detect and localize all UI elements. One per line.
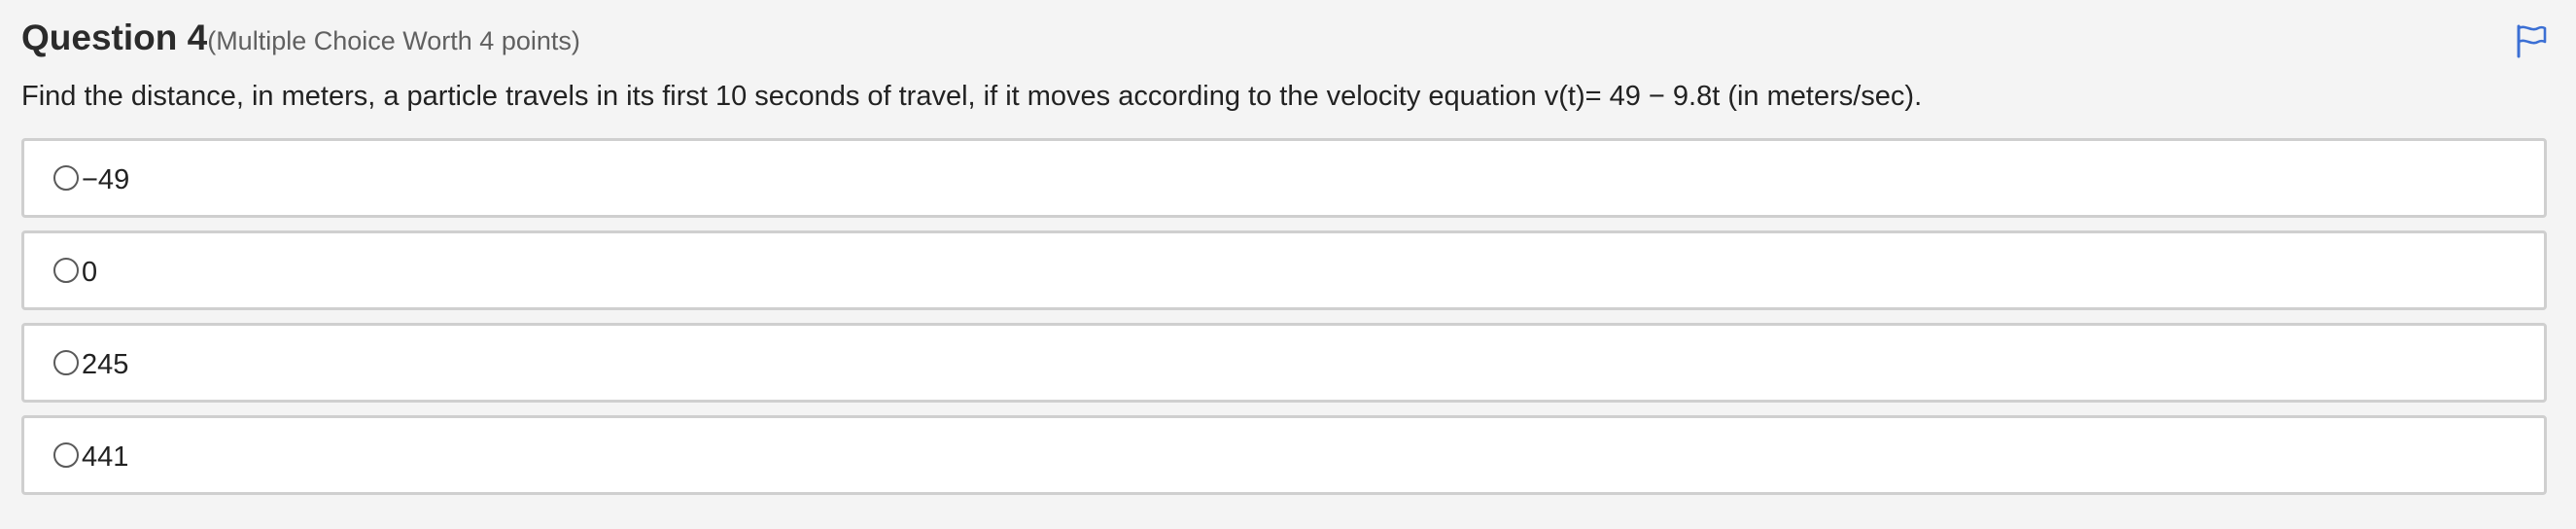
answer-label: −49 (82, 163, 130, 195)
question-header: Question 4 (Multiple Choice Worth 4 poin… (21, 18, 580, 58)
answer-options: −49 0 245 441 (21, 138, 2547, 508)
question-title: Question 4 (21, 18, 208, 57)
radio-button[interactable] (53, 442, 79, 468)
answer-option[interactable]: 441 (21, 415, 2547, 495)
question-points: (Multiple Choice Worth 4 points) (207, 26, 580, 55)
answer-option[interactable]: 245 (21, 323, 2547, 403)
answer-label: 441 (82, 441, 129, 473)
radio-button[interactable] (53, 165, 79, 191)
radio-button[interactable] (53, 258, 79, 283)
radio-button[interactable] (53, 350, 79, 375)
answer-option[interactable]: 0 (21, 230, 2547, 310)
answer-label: 245 (82, 348, 129, 380)
flag-button[interactable] (2514, 23, 2549, 58)
answer-option[interactable]: −49 (21, 138, 2547, 218)
flag-icon (2517, 24, 2547, 58)
question-panel: Question 4 (Multiple Choice Worth 4 poin… (0, 0, 2576, 529)
question-prompt: Find the distance, in meters, a particle… (21, 81, 1923, 112)
answer-label: 0 (82, 256, 98, 288)
